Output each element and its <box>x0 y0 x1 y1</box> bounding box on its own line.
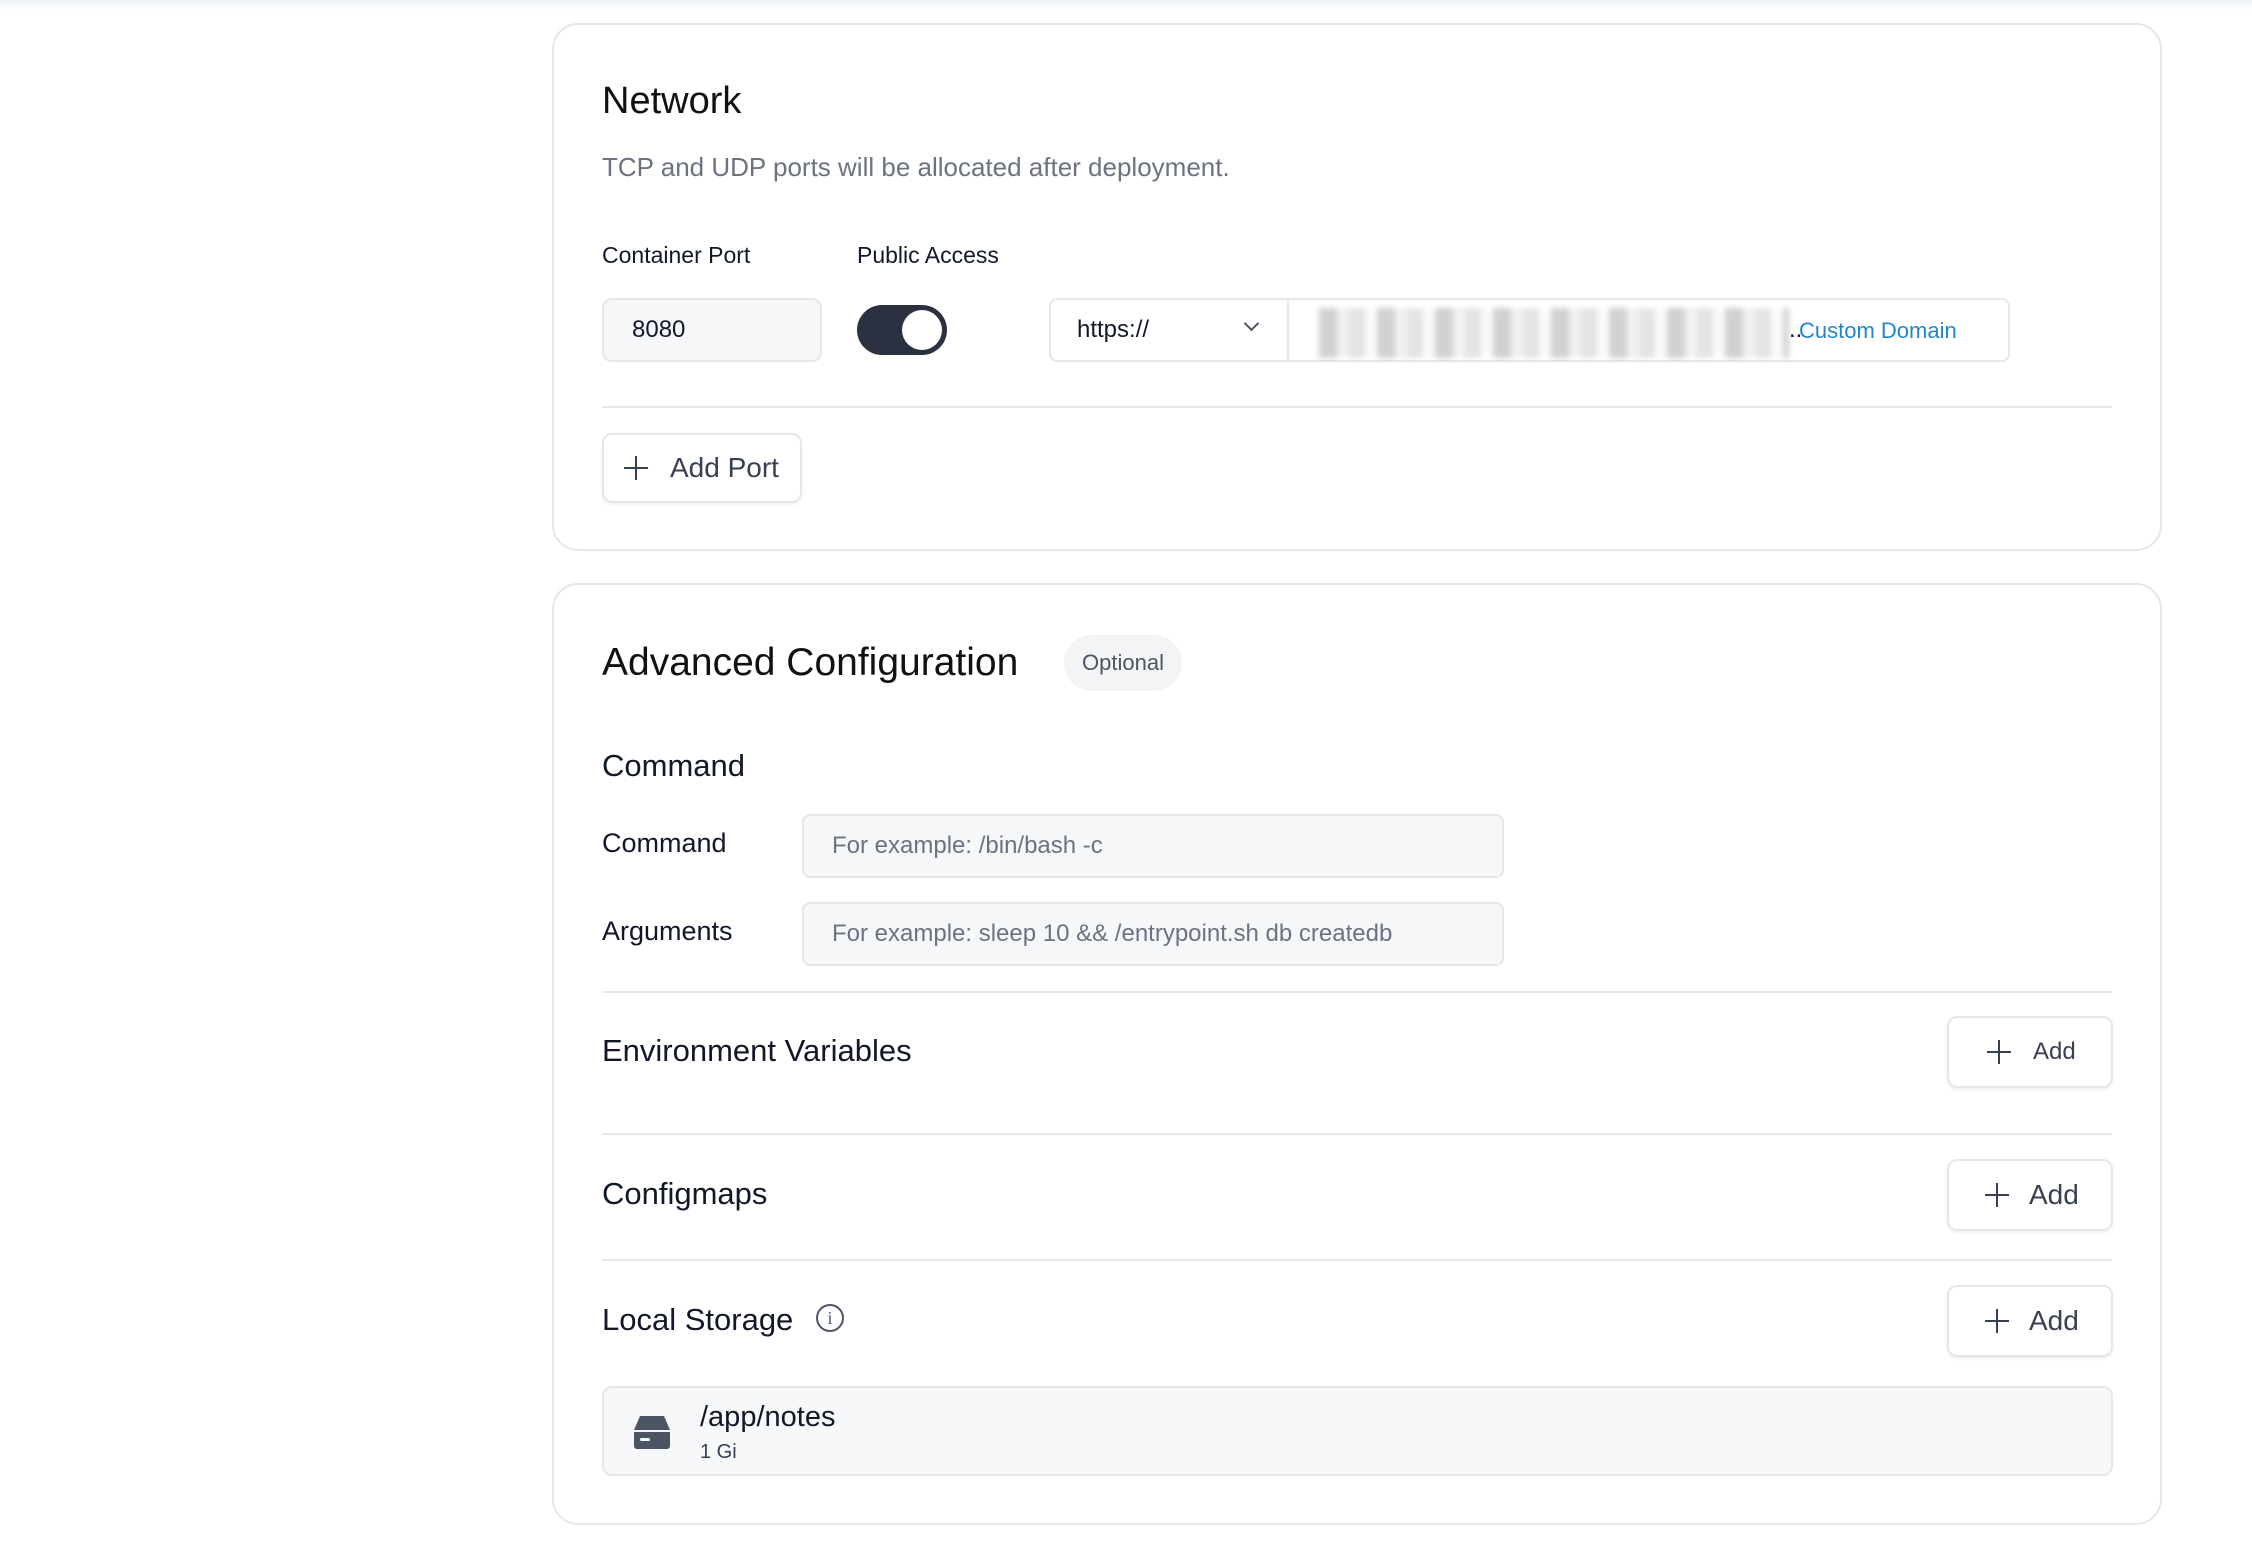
plus-icon <box>1985 1309 2009 1333</box>
divider-env <box>602 1133 2112 1135</box>
divider-configmaps <box>602 1259 2112 1261</box>
plus-icon <box>1985 1183 2009 1207</box>
local-storage-title: Local Storage <box>602 1302 794 1337</box>
network-card: Network TCP and UDP ports will be alloca… <box>552 23 2162 551</box>
public-access-toggle[interactable] <box>857 305 947 355</box>
protocol-select[interactable]: https:// <box>1049 298 1289 362</box>
add-configmap-label: Add <box>2029 1179 2079 1210</box>
info-icon[interactable]: i <box>816 1304 844 1332</box>
command-label: Command <box>602 828 727 858</box>
optional-badge: Optional <box>1064 635 1182 691</box>
arguments-input[interactable]: For example: sleep 10 && /entrypoint.sh … <box>802 902 1504 966</box>
hard-drive-icon <box>634 1416 670 1449</box>
chevron-down-icon <box>1243 315 1260 332</box>
network-divider <box>602 406 2112 408</box>
command-input[interactable]: For example: /bin/bash -c <box>802 814 1504 878</box>
storage-size: 1 Gi <box>700 1441 737 1463</box>
add-configmap-button[interactable]: Add <box>1947 1159 2113 1231</box>
header-shadow <box>0 0 2252 10</box>
network-title: Network <box>602 80 742 122</box>
advanced-title: Advanced Configuration <box>602 641 1019 684</box>
plus-icon <box>1987 1040 2011 1064</box>
arguments-label: Arguments <box>602 916 733 946</box>
container-port-label: Container Port <box>602 242 751 268</box>
advanced-config-card: Advanced Configuration Optional Command … <box>552 583 2162 1525</box>
network-subtitle: TCP and UDP ports will be allocated afte… <box>602 152 1230 182</box>
add-storage-label: Add <box>2029 1305 2079 1336</box>
command-section-title: Command <box>602 748 745 783</box>
add-port-button[interactable]: Add Port <box>602 433 802 503</box>
protocol-select-value: https:// <box>1077 316 1150 343</box>
public-access-label: Public Access <box>857 242 999 268</box>
env-vars-title: Environment Variables <box>602 1033 912 1068</box>
container-port-input[interactable]: 8080 <box>602 298 822 362</box>
storage-item[interactable]: /app/notes 1 Gi <box>602 1386 2113 1476</box>
domain-field[interactable]: .. Custom Domain <box>1289 298 2010 362</box>
add-port-label: Add Port <box>670 452 779 483</box>
storage-path: /app/notes <box>700 1401 836 1433</box>
custom-domain-link[interactable]: Custom Domain <box>1799 318 1957 344</box>
add-storage-button[interactable]: Add <box>1947 1285 2113 1357</box>
page: Network TCP and UDP ports will be alloca… <box>0 0 2252 1564</box>
redacted-domain <box>1319 308 1789 358</box>
divider-command <box>602 991 2112 993</box>
plus-icon <box>624 456 648 480</box>
add-env-var-button[interactable]: Add <box>1947 1016 2113 1088</box>
add-env-var-label: Add <box>2033 1038 2076 1065</box>
toggle-knob <box>902 310 942 350</box>
configmaps-title: Configmaps <box>602 1176 768 1211</box>
